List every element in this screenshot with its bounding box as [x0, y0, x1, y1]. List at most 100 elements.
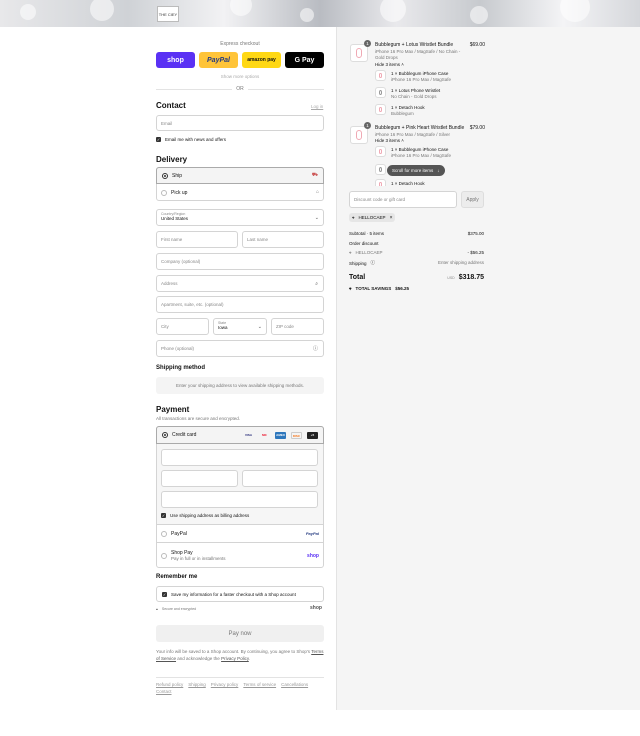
- save-info-row[interactable]: ✓ Save my information for a faster checko…: [156, 586, 324, 602]
- address-placeholder: Address: [161, 281, 178, 286]
- chevron-down-icon: ⌄: [314, 215, 319, 221]
- sub-item-thumbnail: [375, 70, 386, 81]
- hide-items-toggle[interactable]: Hide 3 items ˄: [375, 62, 404, 67]
- chevron-down-icon: ⌄: [257, 324, 262, 330]
- delivery-heading: Delivery: [156, 155, 188, 164]
- zip-field[interactable]: ZIP code: [271, 318, 324, 335]
- footer-links: Refund policy Shipping Privacy policy Te…: [156, 682, 324, 694]
- company-field[interactable]: Company (optional): [156, 253, 324, 270]
- legal-text-1: Your info will be saved to a Shop accoun…: [156, 649, 311, 654]
- address-field[interactable]: Address ⌕: [156, 275, 324, 292]
- google-pay-button[interactable]: G Pay: [285, 52, 324, 68]
- paypal-radio[interactable]: [161, 530, 167, 537]
- city-field[interactable]: City: [156, 318, 209, 335]
- help-icon[interactable]: ⓘ: [313, 345, 318, 352]
- privacy-policy-link[interactable]: Privacy policy: [211, 682, 239, 687]
- discount-code-field[interactable]: Discount code or gift card: [349, 191, 457, 208]
- sub-item-thumbnail: [375, 179, 386, 186]
- sub-item-variant: No Chain - Gold Drops: [391, 94, 437, 99]
- item-price: $69.00: [469, 42, 485, 48]
- amex-icon: AMEX: [275, 431, 286, 439]
- hide-items-label: Hide 3 items: [375, 138, 401, 143]
- remember-heading: Remember me: [156, 574, 198, 580]
- sub-item-title: 1 × Bubblegum iPhone Case: [391, 147, 449, 152]
- privacy-link[interactable]: Privacy Policy: [221, 656, 249, 661]
- shipping-link[interactable]: Shipping: [188, 682, 206, 687]
- sub-item-thumbnail: [375, 164, 386, 175]
- payment-subtitle: All transactions are secure and encrypte…: [156, 416, 241, 421]
- applied-code: HELLOCAEP: [358, 215, 386, 220]
- paypal-option[interactable]: PayPal PayPal: [156, 524, 324, 542]
- ship-radio[interactable]: [162, 172, 168, 179]
- tag-icon: ⌖: [349, 286, 352, 291]
- tag-icon: ⌖: [349, 250, 352, 255]
- news-checkbox[interactable]: ✓: [156, 137, 161, 142]
- savings-value: $56.25: [395, 286, 409, 291]
- sub-item-thumbnail: [375, 104, 386, 115]
- subtotal-value: $375.00: [467, 231, 484, 236]
- scroll-more-pill[interactable]: Scroll for more items ↓: [387, 165, 445, 176]
- truck-icon: ⛟: [311, 172, 318, 178]
- help-icon[interactable]: ⓘ: [371, 260, 376, 266]
- name-on-card-field[interactable]: [161, 491, 318, 508]
- chevron-up-icon: ˄: [401, 62, 404, 67]
- total-row: USD $318.75: [440, 274, 484, 281]
- discount-code-row: ⌖ HELLOCAEP: [349, 250, 383, 255]
- shipping-label: Shipping: [349, 260, 367, 266]
- shop-pay-option[interactable]: Shop Pay Pay in full or in installments …: [156, 542, 324, 568]
- lock-icon: 🔒︎: [156, 607, 158, 611]
- legal-text: Your info will be saved to a Shop accoun…: [156, 648, 324, 662]
- billing-checkbox[interactable]: ✓: [161, 513, 166, 518]
- state-select[interactable]: State Iowa ⌄: [213, 318, 267, 335]
- apply-button[interactable]: Apply: [461, 191, 484, 208]
- credit-card-radio[interactable]: [162, 432, 168, 438]
- card-number-field[interactable]: [161, 449, 318, 466]
- cart-items-list[interactable]: 1 Bubblegum + Lotus Wristlet Bundle $69.…: [349, 38, 485, 186]
- save-info-checkbox[interactable]: ✓: [162, 591, 167, 597]
- refund-policy-link[interactable]: Refund policy: [156, 682, 183, 687]
- credit-card-option[interactable]: Credit card VISA MC AMEX DISC +5: [156, 426, 324, 444]
- news-checkbox-row[interactable]: ✓ Email me with news and offers: [156, 137, 226, 142]
- phone-placeholder: Phone (optional): [161, 346, 195, 351]
- shop-pay-button[interactable]: shop: [156, 52, 195, 68]
- apartment-field[interactable]: Apartment, suite, etc. (optional): [156, 296, 324, 313]
- contact-link[interactable]: Contact: [156, 689, 172, 694]
- pay-now-button[interactable]: Pay now: [156, 625, 324, 642]
- legal-text-3: .: [248, 656, 251, 661]
- last-name-field[interactable]: Last name: [242, 231, 324, 248]
- pickup-radio[interactable]: [161, 189, 167, 196]
- country-select[interactable]: Country/Region United States ⌄: [156, 209, 324, 226]
- country-value: United States: [161, 216, 189, 221]
- sub-item-thumbnail: [375, 146, 386, 157]
- shipping-method-heading: Shipping method: [156, 365, 205, 371]
- sub-item-title: 1 × Bubblegum iPhone Case: [391, 71, 449, 76]
- terms-of-service-link[interactable]: Terms of service: [243, 682, 276, 687]
- legal-text-2: and acknowledge the: [177, 656, 220, 661]
- store-logo[interactable]: THE CIEY: [157, 6, 179, 22]
- amazon-pay-button[interactable]: amazon pay: [242, 52, 281, 68]
- security-code-field[interactable]: [242, 470, 318, 487]
- sub-item-variant: iPhone 16 Pro Max / MagSafe: [391, 77, 452, 82]
- search-icon: ⌕: [315, 280, 318, 287]
- cancellations-link[interactable]: Cancellations: [281, 682, 308, 687]
- discount-code: HELLOCAEP: [355, 250, 383, 255]
- secure-label: Secure and encrypted: [161, 607, 197, 611]
- expiry-field[interactable]: [161, 470, 238, 487]
- paypal-button[interactable]: PayPal: [199, 52, 238, 68]
- mastercard-icon: MC: [262, 432, 267, 437]
- phone-field[interactable]: Phone (optional) ⓘ: [156, 340, 324, 357]
- savings-label: TOTAL SAVINGS: [355, 286, 392, 291]
- arrow-down-icon: ↓: [437, 168, 440, 173]
- first-name-field[interactable]: First name: [156, 231, 238, 248]
- ship-option[interactable]: Ship ⛟: [156, 167, 324, 184]
- email-field[interactable]: Email: [156, 115, 324, 131]
- shipping-method-note: Enter your shipping address to view avai…: [156, 377, 324, 394]
- billing-checkbox-row[interactable]: ✓ Use shipping address as billing address: [161, 513, 249, 518]
- show-more-options-link[interactable]: Show more options: [156, 74, 324, 79]
- shop-pay-radio[interactable]: [161, 552, 167, 559]
- contact-heading: Contact: [156, 101, 186, 110]
- pickup-option[interactable]: Pick up ⌂: [156, 184, 324, 201]
- login-link[interactable]: Log in: [311, 104, 323, 109]
- hide-items-toggle[interactable]: Hide 3 items ˄: [375, 138, 404, 143]
- close-icon[interactable]: ×: [390, 215, 393, 221]
